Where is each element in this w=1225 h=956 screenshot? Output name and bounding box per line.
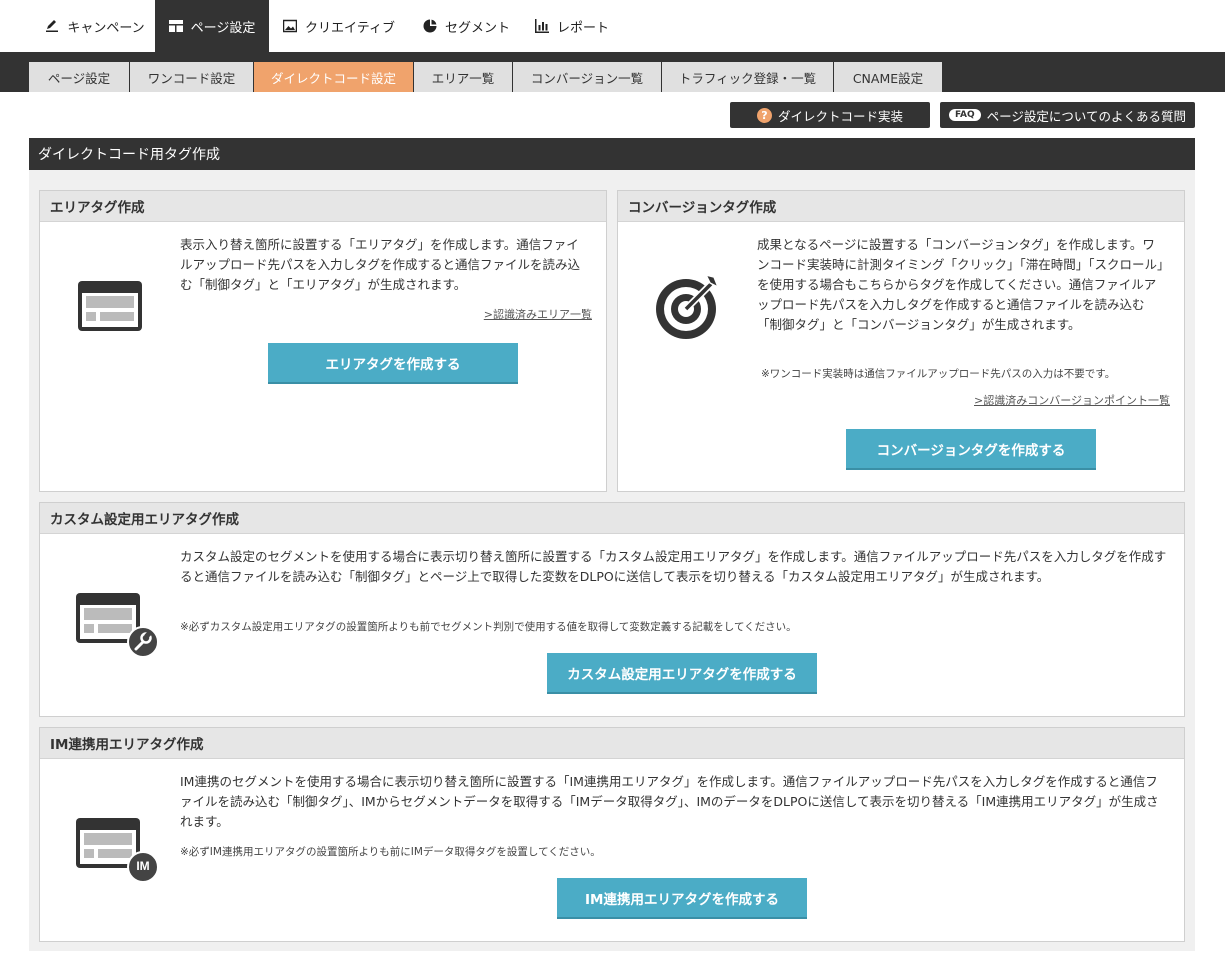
subnav-traffic-registration[interactable]: トラフィック登録・一覧 (662, 62, 833, 92)
card-description: 成果となるページに設置する「コンバージョンタグ」を作成します。ワンコード実装時に… (757, 237, 1164, 332)
pie-chart-icon (423, 19, 437, 33)
im-layout-icon: IM (76, 818, 160, 888)
topnav-report[interactable]: レポート (524, 0, 620, 52)
subnav-direct-code-settings[interactable]: ダイレクトコード設定 (254, 62, 413, 92)
create-area-tag-button[interactable]: エリアタグを作成する (268, 343, 518, 384)
card-title: IM連携用エリアタグ作成 (40, 728, 1184, 759)
topnav-creative[interactable]: クリエイティブ (269, 0, 409, 52)
create-im-area-tag-button[interactable]: IM連携用エリアタグを作成する (557, 878, 807, 919)
recognized-area-list-link[interactable]: >認識済みエリア一覧 (484, 306, 592, 322)
custom-area-note: ※必ずカスタム設定用エリアタグの設置箇所よりも前でセグメント判別で使用する値を取… (180, 621, 797, 633)
sub-navigation: ページ設定 ワンコード設定 ダイレクトコード設定 エリア一覧 コンバージョン一覧… (0, 52, 1225, 92)
faq-badge: FAQ (948, 109, 981, 121)
subnav-page-settings[interactable]: ページ設定 (29, 62, 129, 92)
page-title: ダイレクトコード用タグ作成 (29, 138, 1195, 170)
topnav-segment[interactable]: セグメント (409, 0, 524, 52)
topnav-label: キャンペーン (67, 20, 145, 36)
top-navigation: キャンペーン ページ設定 クリエイティブ セグメント レポート (0, 0, 1225, 52)
im-area-tag-card: IM連携用エリアタグ作成 IM IM連携のセグメントを使用する場合に表示切り替え… (39, 727, 1185, 942)
direct-code-label: ダイレクトコード実装 (777, 108, 903, 124)
subnav-area-list[interactable]: エリア一覧 (414, 62, 512, 92)
direct-code-implementation-button[interactable]: ? ダイレクトコード実装 (730, 102, 930, 128)
faq-label: ページ設定についてのよくある質問 (986, 108, 1187, 124)
custom-layout-icon (76, 593, 160, 663)
onecode-note: ※ワンコード実装時は通信ファイルアップロード先パスの入力は不要です。 (761, 368, 1116, 380)
topnav-page-settings[interactable]: ページ設定 (155, 0, 269, 52)
subnav-conversion-list[interactable]: コンバージョン一覧 (513, 62, 661, 92)
custom-area-tag-card: カスタム設定用エリアタグ作成 カスタム設定のセグメントを使用する場合に表示切り替… (39, 502, 1185, 717)
card-title: コンバージョンタグ作成 (618, 191, 1184, 222)
subnav-onecode-settings[interactable]: ワンコード設定 (130, 62, 253, 92)
im-badge: IM (136, 859, 150, 873)
card-title: エリアタグ作成 (40, 191, 606, 222)
subnav-cname-settings[interactable]: CNAME設定 (834, 62, 942, 92)
topnav-label: セグメント (444, 20, 510, 36)
target-icon (654, 271, 724, 345)
card-description: カスタム設定のセグメントを使用する場合に表示切り替え箇所に設置する「カスタム設定… (180, 549, 1167, 584)
tag-creation-panel: ダイレクトコード用タグ作成 エリアタグ作成 表示入り替え箇所に設置する「エリアタ… (29, 138, 1195, 951)
image-icon (283, 19, 298, 33)
conversion-tag-card: コンバージョンタグ作成 成果となるページに設置する「コンバージョンタグ」を作成し… (617, 190, 1185, 492)
question-icon: ? (756, 107, 772, 123)
topnav-campaign[interactable]: キャンペーン (35, 0, 155, 52)
topnav-label: レポート (556, 20, 609, 36)
topnav-label: ページ設定 (190, 20, 256, 36)
layout-window-icon (78, 281, 142, 335)
card-title: カスタム設定用エリアタグ作成 (40, 503, 1184, 534)
faq-button[interactable]: FAQ ページ設定についてのよくある質問 (940, 102, 1195, 128)
create-custom-area-tag-button[interactable]: カスタム設定用エリアタグを作成する (547, 653, 817, 694)
card-description: 表示入り替え箇所に設置する「エリアタグ」を作成します。通信ファイルアップロード先… (180, 237, 581, 292)
bar-chart-icon (534, 19, 549, 33)
im-area-note: ※必ずIM連携用エリアタグの設置箇所よりも前にIMデータ取得タグを設置してくださ… (180, 846, 601, 858)
recognized-conversion-list-link[interactable]: >認識済みコンバージョンポイント一覧 (974, 392, 1170, 408)
layout-icon (168, 19, 183, 33)
area-tag-card: エリアタグ作成 表示入り替え箇所に設置する「エリアタグ」を作成します。通信ファイ… (39, 190, 607, 492)
edit-icon (45, 19, 59, 33)
topnav-label: クリエイティブ (305, 20, 395, 36)
card-description: IM連携のセグメントを使用する場合に表示切り替え箇所に設置する「IM連携用エリア… (180, 774, 1159, 829)
create-conversion-tag-button[interactable]: コンバージョンタグを作成する (846, 429, 1096, 470)
